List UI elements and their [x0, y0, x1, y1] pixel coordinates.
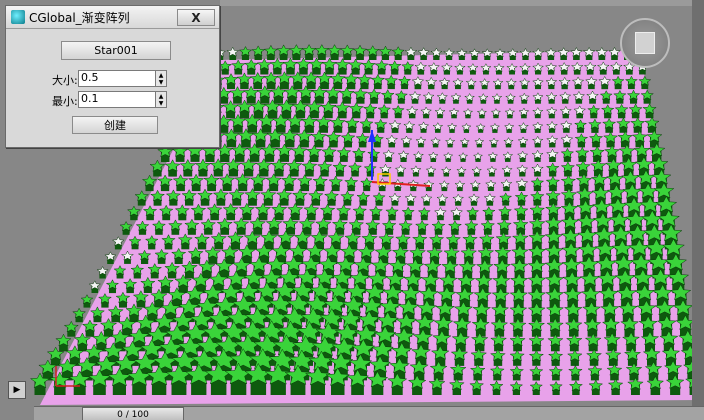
- timeline-bar[interactable]: 0 / 100: [34, 406, 704, 420]
- dialog-title: CGlobal_渐变阵列: [29, 10, 130, 25]
- min-label: 最小:: [52, 95, 78, 108]
- view-cube-face[interactable]: [635, 32, 655, 54]
- close-icon: X: [191, 10, 201, 25]
- size-spinner[interactable]: ▲▼: [78, 70, 167, 87]
- dialog-titlebar[interactable]: CGlobal_渐变阵列 X: [6, 6, 219, 29]
- create-button-label: 创建: [104, 119, 126, 132]
- pick-object-label: Star001: [94, 44, 138, 57]
- frame-display: 0 / 100: [117, 409, 149, 420]
- size-label: 大小:: [52, 74, 78, 87]
- time-slider[interactable]: 0 / 100: [82, 407, 184, 420]
- pick-object-button[interactable]: Star001: [61, 41, 171, 60]
- close-button[interactable]: X: [177, 9, 215, 26]
- viewport-right-border: [692, 0, 704, 420]
- app-icon: [11, 10, 25, 24]
- top-toolbar-strip: [220, 0, 704, 6]
- gradient-array-dialog: CGlobal_渐变阵列 X Star001 大小: ▲▼ 最小: ▲▼ 创建: [5, 5, 220, 148]
- min-input[interactable]: [79, 92, 149, 105]
- create-button[interactable]: 创建: [72, 116, 158, 134]
- view-cube-icon[interactable]: [620, 18, 670, 68]
- size-input[interactable]: [79, 71, 149, 84]
- min-spinner-arrows-icon[interactable]: ▲ ▼: [155, 91, 167, 108]
- min-spinner[interactable]: ▲▼: [78, 91, 167, 108]
- size-spinner-arrows-icon[interactable]: ▲ ▼: [155, 70, 167, 87]
- play-icon[interactable]: ▶: [8, 381, 26, 399]
